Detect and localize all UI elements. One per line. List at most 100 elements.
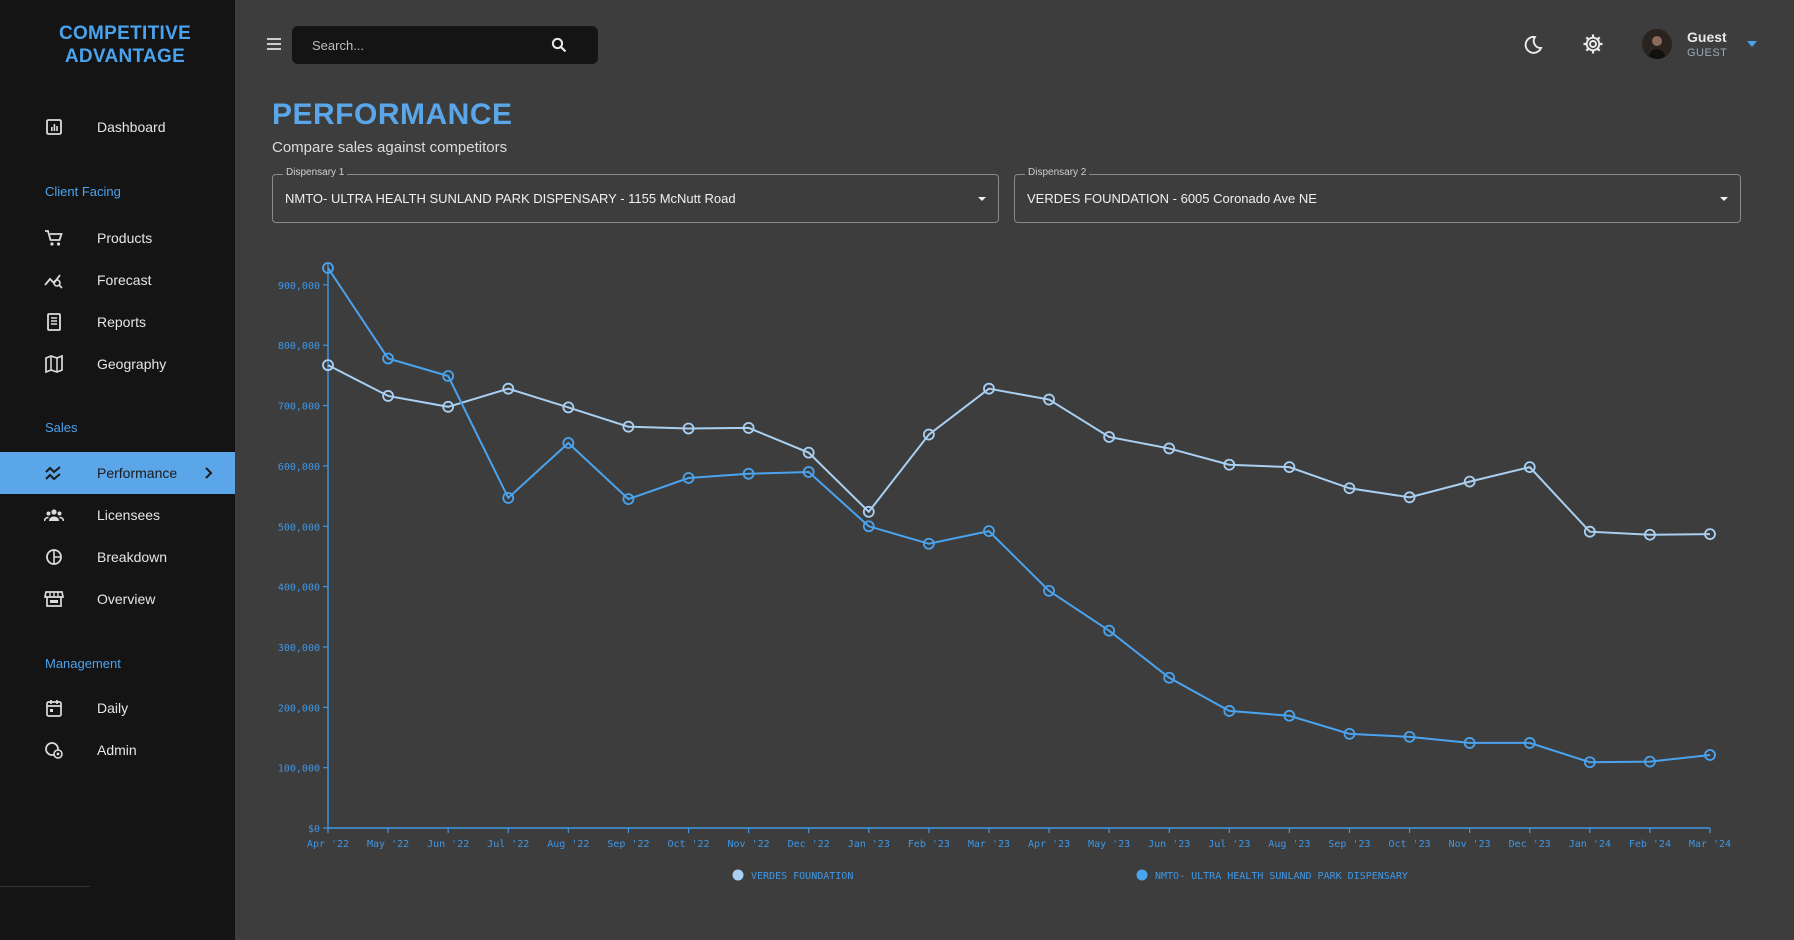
gear-icon[interactable]: [1582, 33, 1604, 55]
calendar-icon: [46, 700, 62, 717]
series-line-0: [327, 364, 1711, 536]
sidebar-item-products[interactable]: Products: [0, 217, 235, 259]
dispensary-2-value: VERDES FOUNDATION - 6005 Coronado Ave NE: [1027, 191, 1317, 206]
x-tick-label: Feb '24: [1629, 839, 1671, 850]
dropdown-caret-icon: [978, 197, 986, 201]
search-input[interactable]: [312, 36, 542, 54]
x-tick-label: Jul '23: [1208, 839, 1250, 850]
user-photo: [1642, 29, 1672, 59]
sidebar: COMPETITIVE ADVANTAGE Dashboard Client F…: [0, 0, 235, 940]
y-tick-label: 800,000: [278, 341, 320, 352]
section-client-facing: Client Facing: [45, 184, 121, 199]
x-tick-label: Oct '22: [667, 839, 709, 850]
sidebar-item-admin[interactable]: Admin: [0, 729, 235, 771]
y-tick-label: $0: [308, 824, 320, 835]
y-tick-label: 400,000: [278, 583, 320, 594]
dispensary-1-label: Dispensary 1: [283, 167, 348, 178]
dashboard-icon: [46, 119, 62, 135]
legend-marker-1: [1136, 869, 1148, 881]
legend-label-0: VERDES FOUNDATION: [751, 871, 853, 882]
sidebar-item-licensees[interactable]: Licensees: [0, 494, 235, 536]
user-role: GUEST: [1687, 47, 1728, 59]
sidebar-item-label: Breakdown: [97, 549, 168, 565]
sidebar-item-breakdown[interactable]: Breakdown: [0, 536, 235, 578]
dispensary-1-value: NMTO- ULTRA HEALTH SUNLAND PARK DISPENSA…: [285, 191, 736, 206]
x-tick-label: Jun '22: [427, 839, 469, 850]
sidebar-item-overview[interactable]: Overview: [0, 578, 235, 620]
user-menu-caret-icon[interactable]: [1746, 40, 1758, 48]
cart-icon: [45, 230, 63, 246]
brand-line-2: ADVANTAGE: [64, 46, 186, 67]
admin-icon: [45, 742, 63, 759]
sidebar-item-label: Forecast: [97, 272, 152, 288]
chevron-right-icon: [205, 467, 213, 479]
x-tick-label: Mar '24: [1689, 839, 1731, 850]
sidebar-item-performance[interactable]: Performance: [0, 452, 235, 494]
y-tick-label: 200,000: [278, 703, 320, 714]
x-tick-label: Apr '22: [307, 839, 349, 850]
brand-line-1: COMPETITIVE: [58, 23, 192, 44]
x-tick-label: Apr '23: [1028, 839, 1070, 850]
sidebar-item-label: Products: [97, 230, 153, 246]
brand-logo[interactable]: COMPETITIVE ADVANTAGE: [0, 22, 250, 68]
section-management: Management: [45, 656, 121, 671]
x-tick-label: Sep '23: [1328, 839, 1370, 850]
avatar[interactable]: [1642, 29, 1672, 59]
sidebar-item-dashboard[interactable]: Dashboard: [0, 106, 235, 148]
sidebar-divider: [0, 886, 90, 887]
x-tick-label: Sep '22: [607, 839, 649, 850]
x-tick-label: Oct '23: [1388, 839, 1430, 850]
series-line-1: [327, 267, 1711, 764]
y-tick-label: 500,000: [278, 522, 320, 533]
dark-mode-toggle-icon[interactable]: [1521, 34, 1543, 56]
forecast-icon: [44, 274, 63, 289]
page-title: PERFORMANCE: [272, 98, 513, 131]
x-tick-label: Dec '22: [788, 839, 830, 850]
pie-icon: [46, 549, 62, 565]
x-tick-label: Mar '23: [968, 839, 1010, 850]
x-tick-label: May '22: [367, 839, 409, 850]
search-icon[interactable]: [550, 36, 568, 54]
x-tick-label: Jul '22: [487, 839, 529, 850]
x-tick-label: Dec '23: [1509, 839, 1551, 850]
x-tick-label: Nov '23: [1449, 839, 1491, 850]
legend-label-1: NMTO- ULTRA HEALTH SUNLAND PARK DISPENSA…: [1155, 871, 1408, 882]
sidebar-item-forecast[interactable]: Forecast: [0, 259, 235, 301]
store-icon: [44, 591, 64, 607]
sidebar-item-label: Licensees: [97, 507, 161, 523]
x-tick-label: Nov '22: [728, 839, 770, 850]
performance-icon: [45, 466, 61, 481]
sidebar-item-label: Dashboard: [97, 119, 166, 135]
page-subtitle: Compare sales against competitors: [272, 139, 508, 156]
y-tick-label: 100,000: [278, 764, 320, 775]
sidebar-item-label: Admin: [97, 742, 137, 758]
sidebar-item-reports[interactable]: Reports: [0, 301, 235, 343]
x-tick-label: Aug '23: [1268, 839, 1310, 850]
x-tick-label: Jan '24: [1569, 839, 1611, 850]
sidebar-item-geography[interactable]: Geography: [0, 343, 235, 385]
y-tick-label: 700,000: [278, 402, 320, 413]
dropdown-caret-icon: [1720, 197, 1728, 201]
user-name[interactable]: Guest: [1687, 29, 1727, 45]
dispensary-2-select[interactable]: Dispensary 2 VERDES FOUNDATION - 6005 Co…: [1014, 167, 1741, 223]
performance-line-chart: $0 100,000 200,000 300,000 400,000 500,000 600…: [278, 262, 1731, 882]
x-tick-label: May '23: [1088, 839, 1130, 850]
section-sales: Sales: [45, 420, 78, 435]
dispensary-2-label: Dispensary 2: [1025, 167, 1090, 178]
sidebar-item-label: Daily: [97, 700, 129, 716]
x-tick-label: Jan '23: [848, 839, 890, 850]
y-tick-label: 600,000: [278, 462, 320, 473]
dispensary-1-select[interactable]: Dispensary 1 NMTO- ULTRA HEALTH SUNLAND …: [272, 167, 999, 223]
y-tick-label: 300,000: [278, 643, 320, 654]
y-tick-label: 900,000: [278, 281, 320, 292]
people-icon: [44, 509, 64, 522]
search-bar: [292, 26, 598, 64]
app-root: COMPETITIVE ADVANTAGE Dashboard Client F…: [0, 0, 1794, 940]
sidebar-item-label: Reports: [97, 314, 147, 330]
hamburger-menu-icon[interactable]: [266, 37, 282, 51]
x-tick-label: Jun '23: [1148, 839, 1190, 850]
sidebar-item-label: Overview: [97, 591, 156, 607]
sidebar-item-daily[interactable]: Daily: [0, 687, 235, 729]
map-icon: [45, 355, 63, 373]
sidebar-item-label: Geography: [97, 356, 167, 372]
